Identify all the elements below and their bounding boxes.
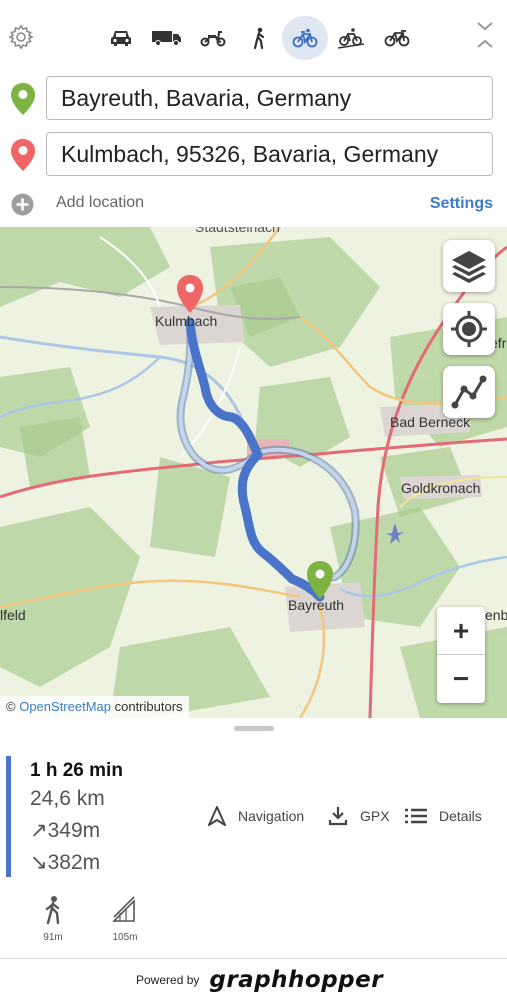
locate-button[interactable] xyxy=(443,303,495,355)
route-ascent: ↗349m xyxy=(30,819,101,842)
pedestrian-icon xyxy=(45,896,60,925)
line-chart-icon xyxy=(451,375,487,409)
mode-racing-bike[interactable] xyxy=(374,16,420,60)
mode-foot[interactable] xyxy=(236,16,282,60)
add-location-button[interactable]: Add location xyxy=(56,194,144,212)
graphhopper-logo[interactable]: graphhopper xyxy=(209,967,383,993)
end-row: Kulmbach, 95326, Bavaria, Germany xyxy=(0,132,507,178)
settings-link[interactable]: Settings xyxy=(430,195,493,213)
collapse-icon[interactable] xyxy=(472,18,498,54)
navigation-button[interactable]: Navigation xyxy=(208,804,304,828)
bike-icon xyxy=(292,28,318,48)
map-label-goldkronach: Goldkronach xyxy=(401,480,481,496)
top-bar xyxy=(0,0,507,76)
pedestrian-icon xyxy=(253,27,265,49)
segment-pedestrian-value: 91m xyxy=(43,932,63,943)
truck-icon xyxy=(152,31,181,46)
gear-icon[interactable] xyxy=(8,24,34,50)
vehicle-modes xyxy=(98,16,420,60)
map-label-stadtsteinach: Stadtsteinach xyxy=(195,227,280,235)
navigation-label: Navigation xyxy=(238,808,305,824)
end-location-input[interactable]: Kulmbach, 95326, Bavaria, Germany xyxy=(46,132,493,176)
mode-car[interactable] xyxy=(98,16,144,60)
map-view[interactable]: Stadtsteinach Kulmbach Bad Berneck Goldk… xyxy=(0,227,507,718)
elevation-button[interactable] xyxy=(443,366,495,418)
segment-steep-value: 105m xyxy=(112,932,138,943)
crosshair-icon xyxy=(451,311,487,347)
mode-scooter[interactable] xyxy=(190,16,236,60)
segment-pedestrian: 91m xyxy=(28,895,78,943)
car-icon xyxy=(111,31,131,46)
mode-mountain-bike[interactable] xyxy=(328,16,374,60)
map-label-lfeld: lfeld xyxy=(0,607,26,623)
end-pin-icon xyxy=(11,139,35,171)
details-button[interactable]: Details xyxy=(405,804,482,828)
layers-button[interactable] xyxy=(443,240,495,292)
add-circle-icon[interactable] xyxy=(11,193,34,216)
copyright-symbol: © xyxy=(6,699,16,714)
layers-icon xyxy=(452,251,486,283)
route-descent: ↘382m xyxy=(30,851,101,874)
footer-divider xyxy=(0,958,507,959)
start-row: Bayreuth, Bavaria, Germany xyxy=(0,76,507,122)
mode-bike[interactable] xyxy=(282,16,328,60)
start-location-input[interactable]: Bayreuth, Bavaria, Germany xyxy=(46,76,493,120)
openstreetmap-link[interactable]: OpenStreetMap xyxy=(19,699,111,714)
start-pin-icon xyxy=(11,83,35,115)
panel-drag-handle[interactable] xyxy=(234,726,274,731)
steep-icon xyxy=(112,896,135,922)
map-label-enb: enb xyxy=(485,607,507,623)
route-summary[interactable]: 1 h 26 min 24,6 km ↗349m ↘382m Navigatio… xyxy=(0,756,507,878)
zoom-in-button[interactable]: + xyxy=(437,607,485,655)
map-attribution: © OpenStreetMap contributors xyxy=(0,696,189,718)
map-label-bayreuth: Bayreuth xyxy=(288,597,345,613)
route-distance: 24,6 km xyxy=(30,787,105,810)
zoom-control: + − xyxy=(437,607,485,703)
gpx-label: GPX xyxy=(360,808,390,824)
gpx-button[interactable]: GPX xyxy=(328,804,390,828)
scooter-icon xyxy=(200,31,226,47)
attribution-text: contributors xyxy=(111,699,183,714)
route-time: 1 h 26 min xyxy=(30,760,123,781)
map-label-kulmbach: Kulmbach xyxy=(155,313,218,329)
route-color-bar xyxy=(6,756,11,877)
list-icon xyxy=(405,808,427,824)
download-icon xyxy=(328,807,348,826)
map-canvas xyxy=(0,227,507,718)
segment-steep: 105m xyxy=(100,895,150,943)
powered-by[interactable]: Powered by graphhopper xyxy=(136,966,383,994)
mode-truck[interactable] xyxy=(144,16,190,60)
zoom-out-button[interactable]: − xyxy=(437,655,485,703)
details-label: Details xyxy=(439,808,482,824)
racing-bike-icon xyxy=(384,30,410,47)
mountain-bike-icon xyxy=(338,28,364,49)
powered-by-label: Powered by xyxy=(136,973,200,987)
add-location-row: Add location Settings xyxy=(0,190,507,218)
navigation-arrow-icon xyxy=(208,806,226,826)
